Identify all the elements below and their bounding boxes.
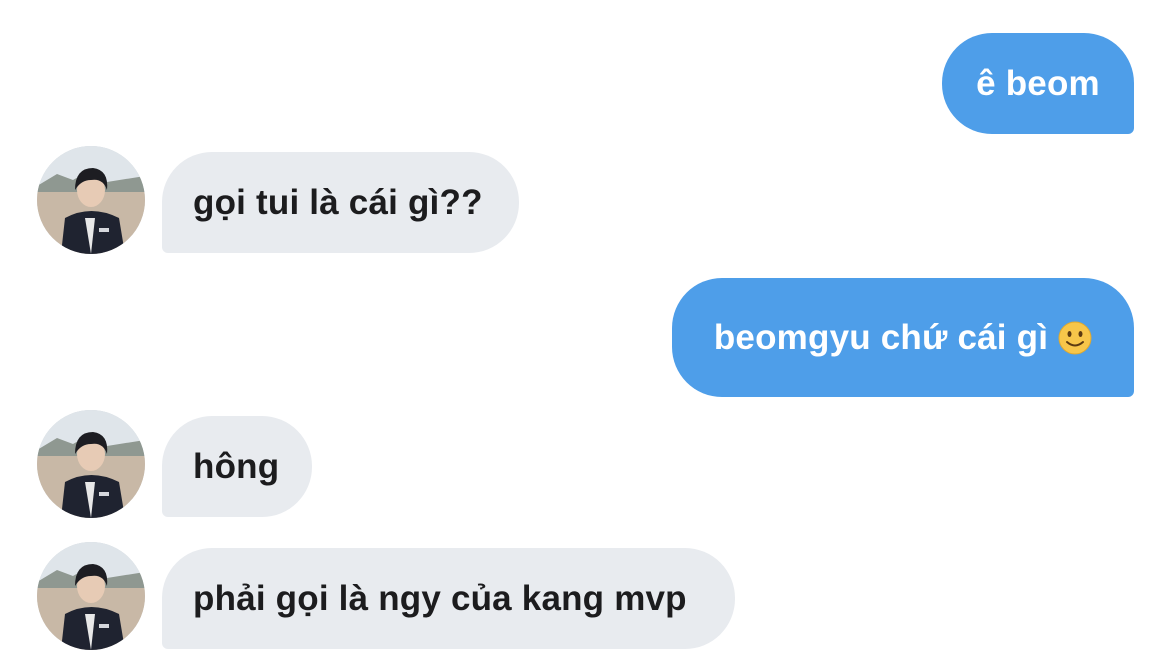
avatar-photo-icon <box>37 146 145 254</box>
message-bubble-received[interactable]: gọi tui là cái gì?? <box>162 152 519 253</box>
message-bubble-sent[interactable]: beomgyu chứ cái gì <box>672 278 1134 397</box>
message-bubble-sent[interactable]: ê beom <box>942 33 1134 134</box>
message-text: gọi tui là cái gì?? <box>193 182 483 222</box>
message-text: beomgyu chứ cái gì <box>713 317 1049 357</box>
message-text: phải gọi là ngy của kang mvp <box>193 578 687 618</box>
contact-avatar[interactable] <box>37 542 145 650</box>
contact-avatar[interactable] <box>37 410 145 518</box>
message-bubble-received[interactable]: phải gọi là ngy của kang mvp <box>162 548 735 649</box>
avatar-photo-icon <box>37 542 145 650</box>
contact-avatar[interactable] <box>37 146 145 254</box>
slightly-smiling-face-icon <box>1058 321 1092 355</box>
message-bubble-received[interactable]: hông <box>162 416 312 517</box>
avatar-photo-icon <box>37 410 145 518</box>
message-text: hông <box>193 446 280 486</box>
message-text: ê beom <box>976 63 1100 103</box>
